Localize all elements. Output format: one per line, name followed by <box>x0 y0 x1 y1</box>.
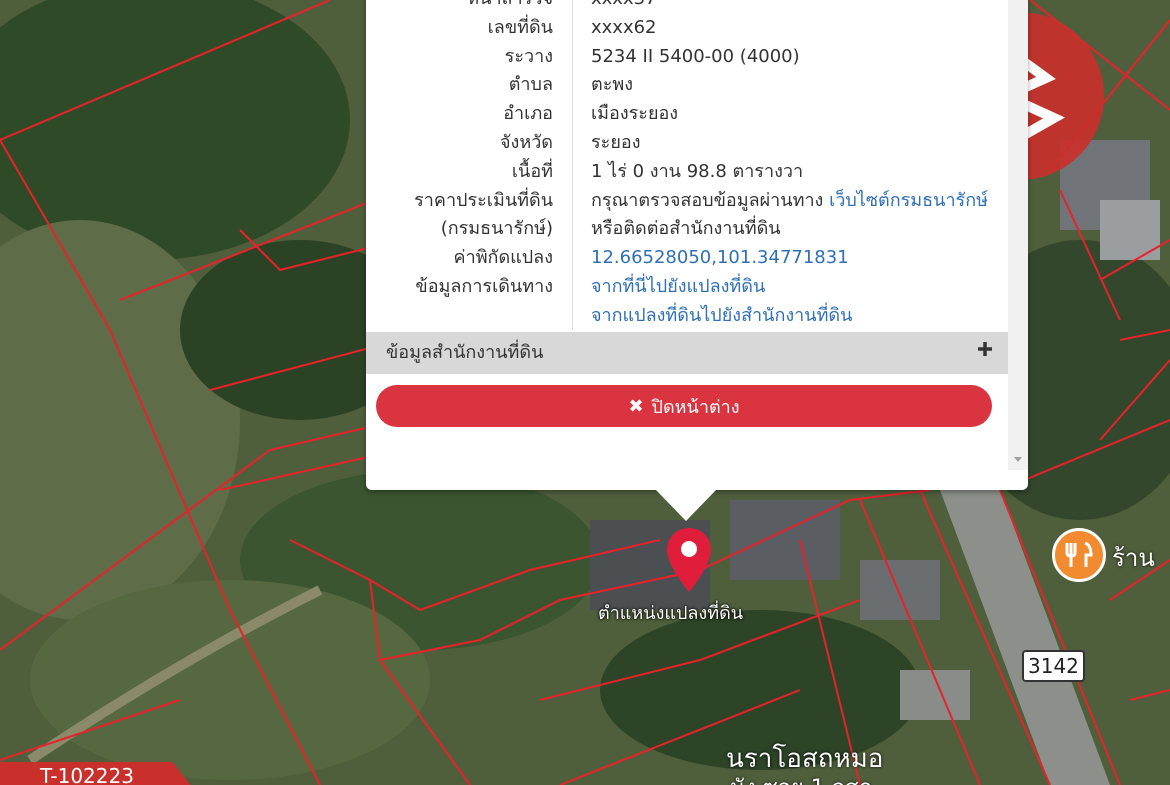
row-survey-page: หน้าสำรวจ xxxx37 <box>366 0 1008 13</box>
restaurant-icon[interactable] <box>1052 528 1106 582</box>
parcel-info-popup: หน้าสำรวจ xxxx37 เลขที่ดิน xxxx62 ระวาง … <box>366 0 1028 490</box>
treasury-website-link[interactable]: เว็บไซต์กรมธนารักษ์ <box>829 190 988 211</box>
row-area: เนื้อที่ 1 ไร่ 0 งาน 98.8 ตารางวา <box>511 161 804 182</box>
row-directions-office: จากแปลงที่ดินไปยังสำนักงานที่ดิน <box>366 301 1008 330</box>
row-land-number: เลขที่ดิน xxxx62 <box>487 17 657 38</box>
area-label-line2: นัง ซอย 1 ลสถ <box>730 770 872 785</box>
popup-pointer <box>655 489 717 521</box>
land-office-section-label: ข้อมูลสำนักงานที่ดิน <box>386 342 544 363</box>
close-window-button[interactable]: ✖ ปิดหน้าต่าง <box>376 385 992 427</box>
land-office-section-toggle[interactable]: ข้อมูลสำนักงานที่ดิน <box>366 332 1008 374</box>
popup-scrollbar[interactable] <box>1008 0 1028 470</box>
coordinates-link[interactable]: 12.66528050,101.34771831 <box>591 243 849 272</box>
row-map-sheet: ระวาง 5234 II 5400-00 (4000) <box>504 46 800 67</box>
close-icon: ✖ <box>628 395 644 417</box>
scroll-down-icon[interactable] <box>1014 457 1022 462</box>
directions-to-parcel-link[interactable]: จากที่นี่ไปยังแปลงที่ดิน <box>591 272 765 301</box>
row-subdistrict: ตำบล ตะพง <box>508 74 634 95</box>
row-directions: ข้อมูลการเดินทาง จากที่นี่ไปยังแปลงที่ดิ… <box>366 272 1008 301</box>
directions-to-office-link[interactable]: จากแปลงที่ดินไปยังสำนักงานที่ดิน <box>591 301 852 330</box>
pin-label: ตำแหน่งแปลงที่ดิน <box>598 603 744 624</box>
row-appraisal: ราคาประเมินที่ดิน กรุณาตรวจสอบข้อมูลผ่าน… <box>414 190 988 211</box>
plus-icon[interactable] <box>976 340 994 358</box>
map-pin-icon[interactable] <box>665 526 713 594</box>
row-district: อำเภอ เมืองระยอง <box>503 103 679 124</box>
road-number-badge: 3142 <box>1022 650 1085 682</box>
reference-code: T-102223 <box>40 764 134 785</box>
close-window-label: ปิดหน้าต่าง <box>651 396 740 418</box>
reference-tag: T-102223 <box>0 762 196 785</box>
poi-label[interactable]: ร้าน <box>1112 538 1155 577</box>
row-coordinates: ค่าพิกัดแปลง 12.66528050,101.34771831 <box>366 243 1008 272</box>
row-treasury: (กรมธนารักษ์) หรือติดต่อสำนักงานที่ดิน <box>440 218 781 239</box>
row-province: จังหวัด ระยอง <box>500 132 641 153</box>
